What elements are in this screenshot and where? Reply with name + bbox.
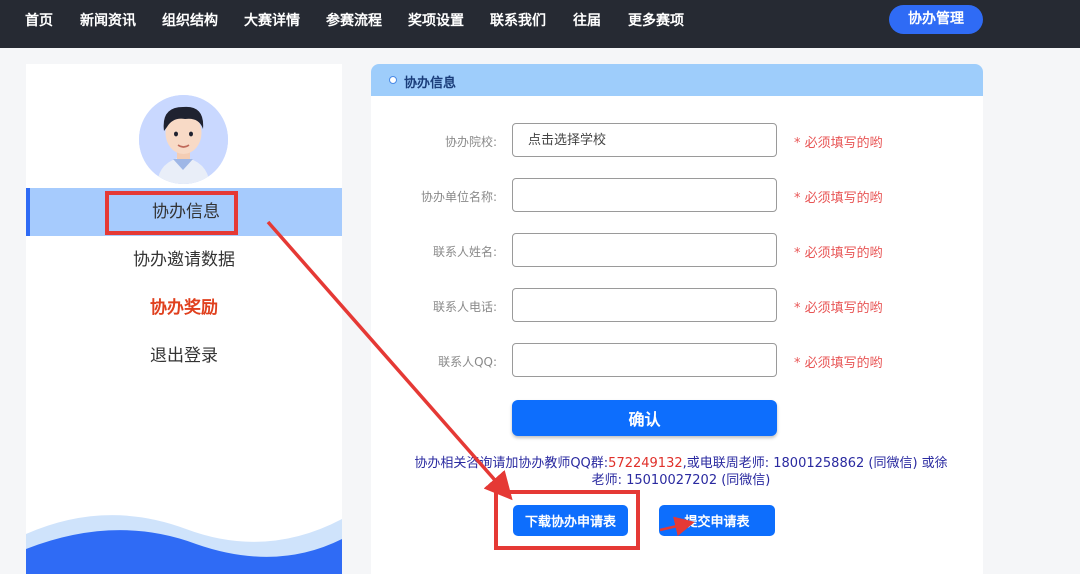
- required-note-school: * 必须填写的哟: [794, 136, 883, 151]
- school-label: 协办院校:: [444, 135, 497, 149]
- school-select-input[interactable]: [512, 123, 777, 157]
- top-nav: 首页 新闻资讯 组织结构 大赛详情 参赛流程 奖项设置 联系我们 往届 更多赛项…: [0, 0, 1080, 48]
- nav-process[interactable]: 参赛流程: [326, 10, 382, 30]
- contact-info-text: 协办相关咨询请加协办教师QQ群:572249132,或电联周老师: 180012…: [411, 455, 951, 489]
- panel-header: 协办信息: [371, 64, 983, 96]
- decorative-wave: [26, 515, 342, 574]
- nav-news[interactable]: 新闻资讯: [80, 10, 136, 30]
- unit-name-label: 协办单位名称:: [420, 190, 497, 204]
- sidebar-item-invite-data[interactable]: 协办邀请数据: [26, 236, 342, 284]
- nav-more[interactable]: 更多赛项: [628, 10, 684, 30]
- contact-name-input[interactable]: [512, 233, 777, 267]
- nav-organization[interactable]: 组织结构: [162, 10, 218, 30]
- required-note-unit: * 必须填写的哟: [794, 191, 883, 206]
- annotation-box-co-info: [105, 191, 238, 235]
- contact-qq-label: 联系人QQ:: [438, 355, 497, 369]
- sidebar-item-logout[interactable]: 退出登录: [26, 332, 342, 380]
- required-note-qq: * 必须填写的哟: [794, 356, 883, 371]
- required-note-phone: * 必须填写的哟: [794, 301, 883, 316]
- nav-contact[interactable]: 联系我们: [490, 10, 546, 30]
- sidebar-item-rewards[interactable]: 协办奖励: [26, 284, 342, 332]
- avatar: [139, 95, 228, 184]
- nav-contest-details[interactable]: 大赛详情: [244, 10, 300, 30]
- contact-phone-label: 联系人电话:: [432, 300, 497, 314]
- contact-phone-input[interactable]: [512, 288, 777, 322]
- co-organizer-manage-button[interactable]: 协办管理: [889, 5, 983, 34]
- nav-awards[interactable]: 奖项设置: [408, 10, 464, 30]
- panel-title: 协办信息: [404, 76, 457, 91]
- contact-name-label: 联系人姓名:: [432, 245, 497, 259]
- submit-application-button[interactable]: 提交申请表: [659, 505, 775, 536]
- qq-group-number: 572249132: [608, 456, 683, 471]
- bullet-icon: [389, 76, 397, 84]
- confirm-button[interactable]: 确认: [512, 400, 777, 436]
- unit-name-input[interactable]: [512, 178, 777, 212]
- required-note-name: * 必须填写的哟: [794, 246, 883, 261]
- co-info-panel: 协办信息 协办院校: * 必须填写的哟 协办单位名称: * 必须填写的哟 联系人…: [371, 64, 983, 574]
- contact-prefix: 协办相关咨询请加协办教师QQ群:: [414, 456, 609, 471]
- nav-home[interactable]: 首页: [25, 10, 53, 30]
- avatar-portrait-icon: [139, 95, 228, 184]
- nav-past[interactable]: 往届: [573, 10, 601, 30]
- annotation-box-download: [494, 490, 640, 550]
- contact-qq-input[interactable]: [512, 343, 777, 377]
- sidebar: 协办信息 协办邀请数据 协办奖励 退出登录: [26, 64, 342, 574]
